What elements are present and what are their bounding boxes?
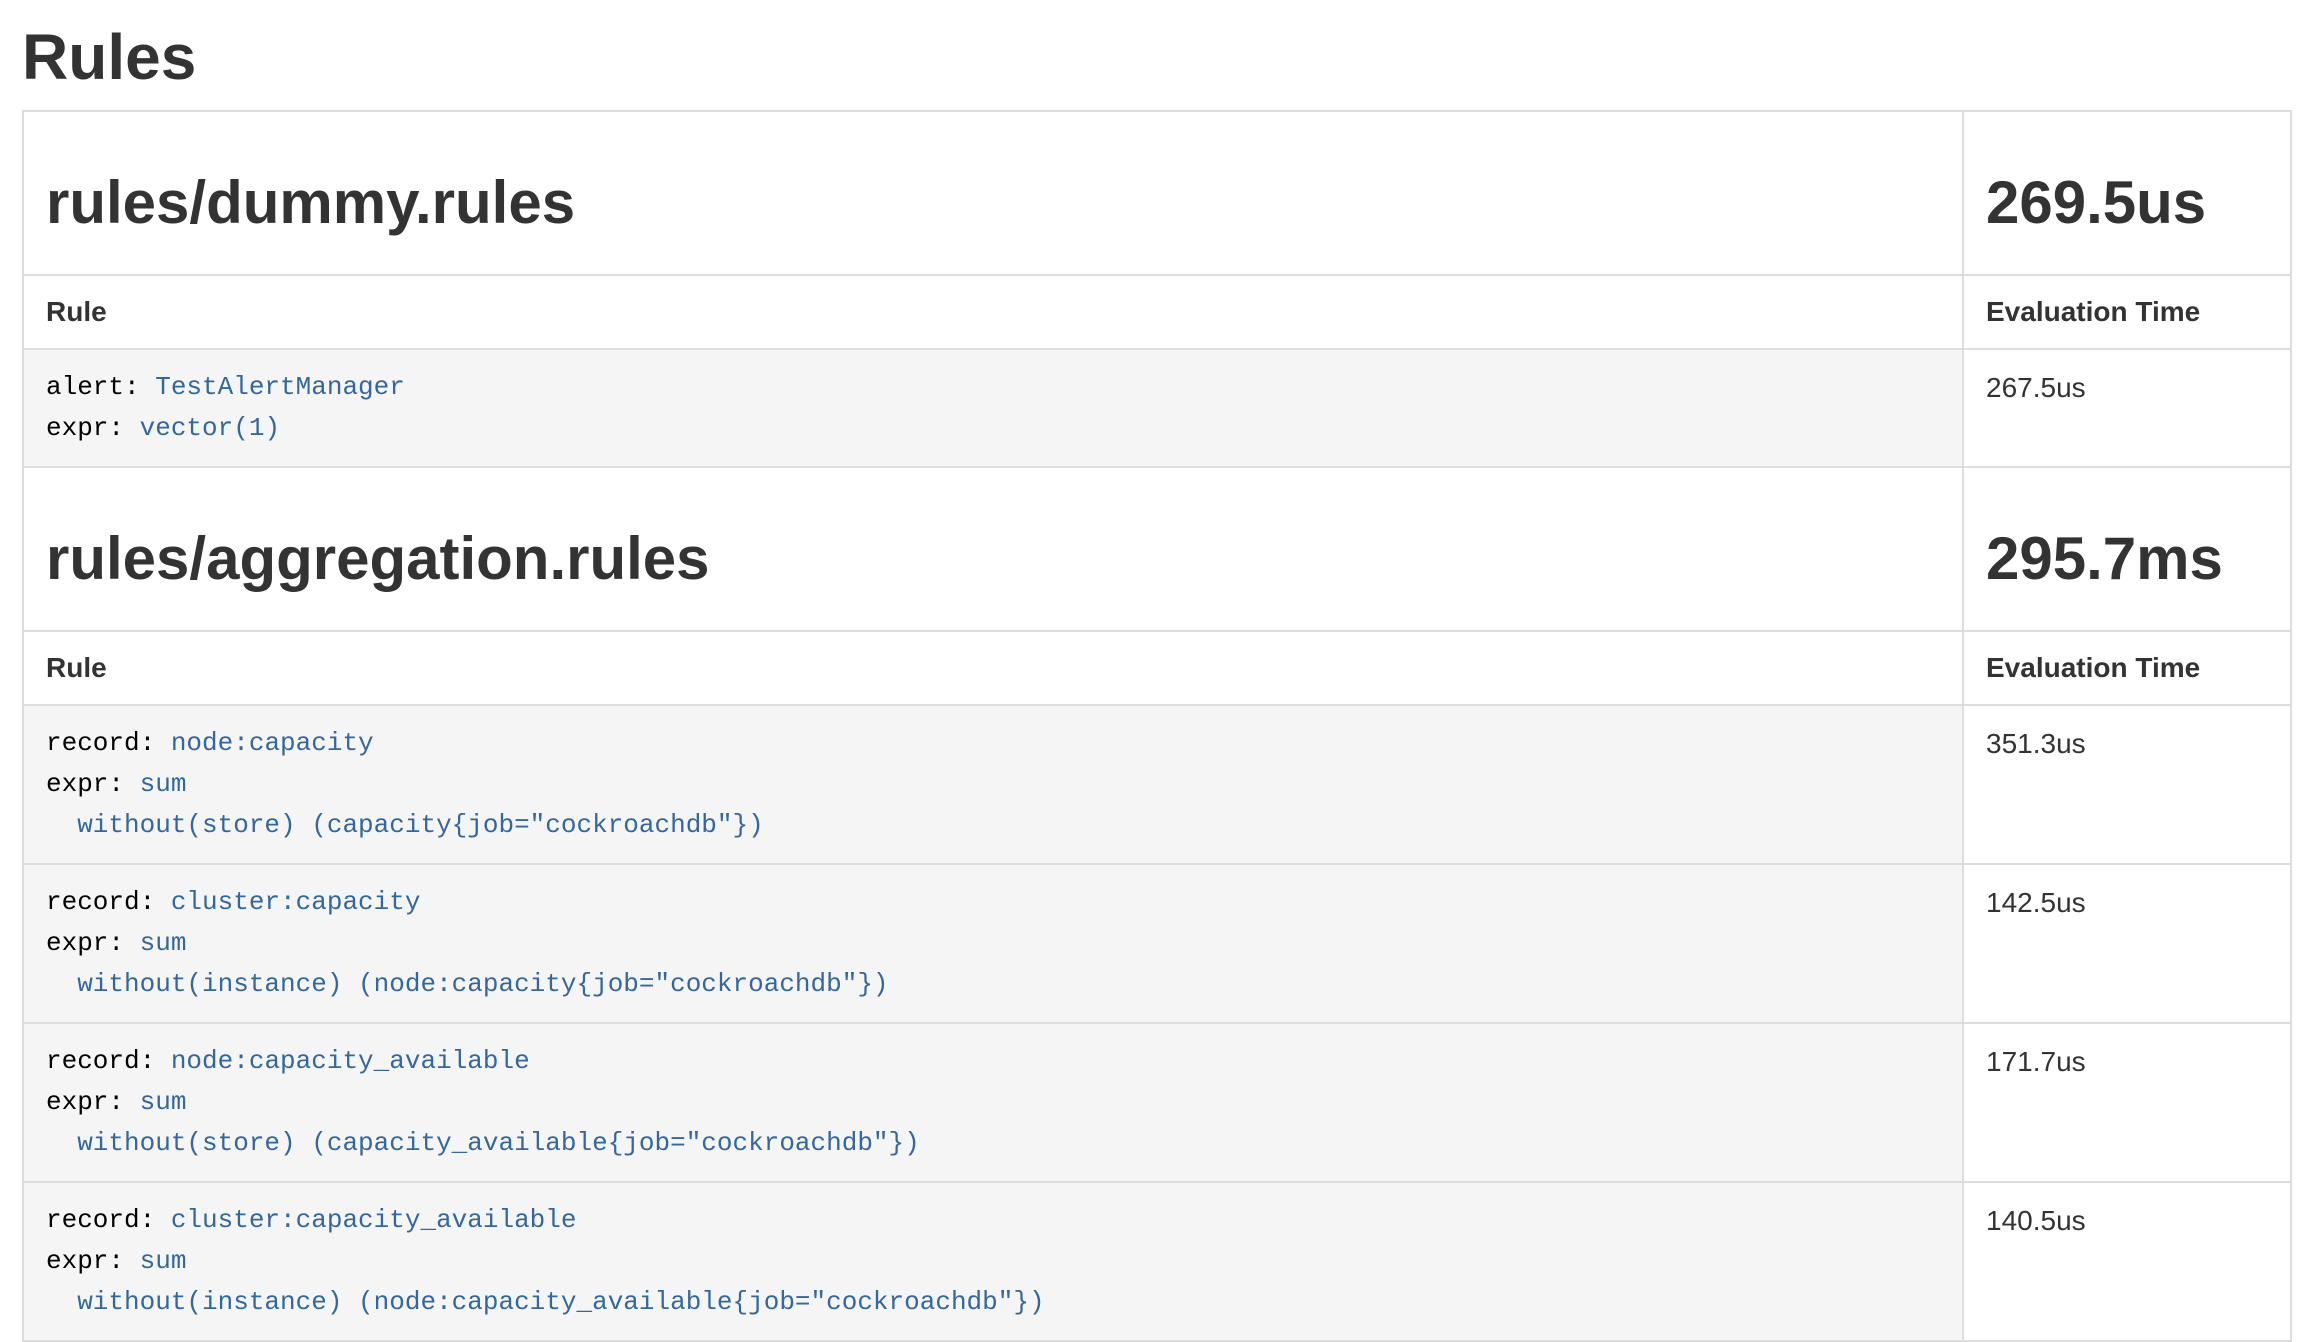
rule-link[interactable]: without(store) (capacity{job="cockroachd… [46,810,764,840]
rule-link[interactable]: without(instance) (node:capacity_availab… [46,1287,1045,1317]
rule-evaluation-time-cell: 142.5us [1963,864,2291,1023]
column-header-row: RuleEvaluation Time [23,631,2291,705]
rule-link[interactable]: without(instance) (node:capacity{job="co… [46,969,889,999]
evaluation-time-column-header: Evaluation Time [1963,275,2291,349]
rule-code: record: node:capacity expr: sum without(… [46,723,1940,846]
rule-definition-cell: record: node:capacity_available expr: su… [23,1023,1963,1182]
evaluation-time-column-header: Evaluation Time [1963,631,2291,705]
rule-row: record: node:capacity_available expr: su… [23,1023,2291,1182]
column-header-row: RuleEvaluation Time [23,275,2291,349]
rule-group-row: rules/aggregation.rules 295.7ms [23,467,2291,631]
rule-evaluation-time-cell: 267.5us [1963,349,2291,467]
code-text: expr: [46,1246,140,1276]
rule-link[interactable]: cluster:capacity_available [171,1205,577,1235]
code-text: expr: [46,769,140,799]
rules-table-body: rules/dummy.rules269.5usRuleEvaluation T… [23,111,2291,1341]
rule-code: record: cluster:capacity_available expr:… [46,1200,1940,1323]
rule-link[interactable]: without(store) (capacity_available{job="… [46,1128,920,1158]
rule-evaluation-time-cell: 351.3us [1963,705,2291,864]
rule-row: alert: TestAlertManager expr: vector(1) 2… [23,349,2291,467]
rule-evaluation-time-cell: 140.5us [1963,1182,2291,1341]
group-evaluation-time-cell: 269.5us [1963,111,2291,275]
rule-file-cell: rules/dummy.rules [23,111,1963,275]
rule-code: alert: TestAlertManager expr: vector(1) [46,367,1940,449]
rule-link[interactable]: sum [140,1246,187,1276]
rule-link[interactable]: cluster:capacity [171,887,421,917]
page-container: Rules rules/dummy.rules269.5usRuleEvalua… [0,0,2316,1342]
code-text: record: [46,728,171,758]
rule-row: record: node:capacity expr: sum without(… [23,705,2291,864]
rule-file-name: rules/dummy.rules [46,170,1940,236]
rule-definition-cell: record: cluster:capacity expr: sum witho… [23,864,1963,1023]
rule-link[interactable]: sum [140,769,187,799]
rule-row: record: cluster:capacity_available expr:… [23,1182,2291,1341]
rule-code: record: node:capacity_available expr: su… [46,1041,1940,1164]
rule-link[interactable]: sum [140,928,187,958]
rule-link[interactable]: vector(1) [140,413,280,443]
rule-link[interactable]: sum [140,1087,187,1117]
code-text: record: [46,887,171,917]
rule-definition-cell: record: node:capacity expr: sum without(… [23,705,1963,864]
rule-link[interactable]: node:capacity_available [171,1046,530,1076]
rule-file-cell: rules/aggregation.rules [23,467,1963,631]
group-evaluation-time-cell: 295.7ms [1963,467,2291,631]
rule-link[interactable]: node:capacity [171,728,374,758]
code-text: expr: [46,928,140,958]
rule-definition-cell: alert: TestAlertManager expr: vector(1) [23,349,1963,467]
group-evaluation-time: 269.5us [1986,170,2268,236]
rule-evaluation-time-cell: 171.7us [1963,1023,2291,1182]
code-text: record: [46,1205,171,1235]
rule-column-header: Rule [23,631,1963,705]
group-evaluation-time: 295.7ms [1986,526,2268,592]
rule-row: record: cluster:capacity expr: sum witho… [23,864,2291,1023]
code-text: alert: [46,372,155,402]
code-text: expr: [46,413,140,443]
rule-file-name: rules/aggregation.rules [46,526,1940,592]
rule-definition-cell: record: cluster:capacity_available expr:… [23,1182,1963,1341]
code-text: expr: [46,1087,140,1117]
code-text: record: [46,1046,171,1076]
rule-code: record: cluster:capacity expr: sum witho… [46,882,1940,1005]
page-title: Rules [22,22,2294,92]
rule-column-header: Rule [23,275,1963,349]
rules-table: rules/dummy.rules269.5usRuleEvaluation T… [22,110,2292,1342]
rule-link[interactable]: TestAlertManager [155,372,405,402]
rule-group-row: rules/dummy.rules 269.5us [23,111,2291,275]
